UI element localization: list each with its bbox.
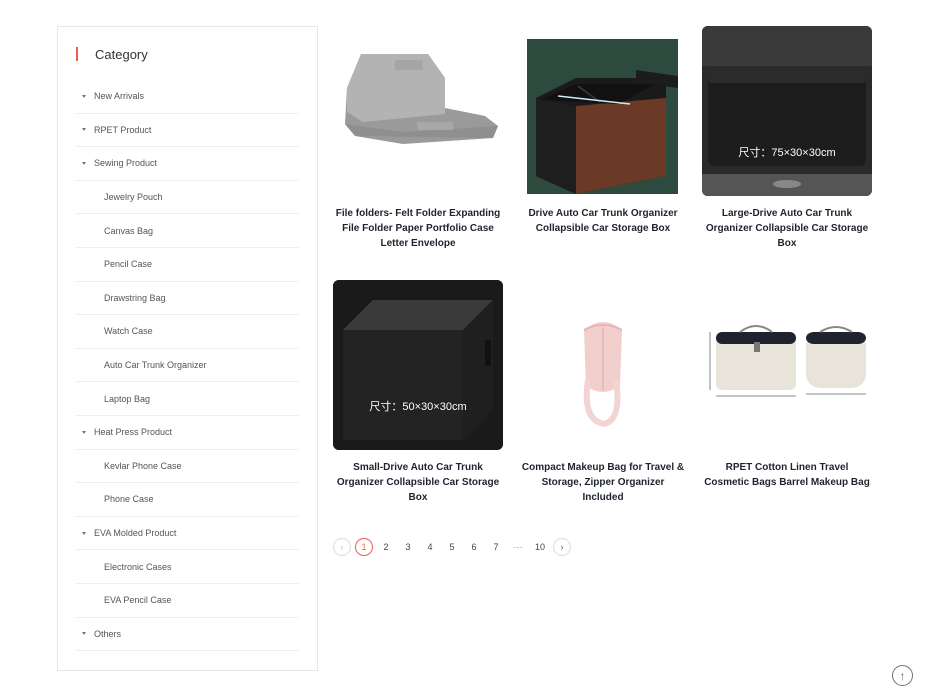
product-caption: 尺寸：50×30×30cm (369, 401, 467, 413)
category-list: New Arrivals RPET Product Sewing Product Je… (76, 80, 299, 652)
sidebar-item-label: Heat Press Product (94, 427, 173, 438)
sidebar-item[interactable]: Kevlar Phone Case (76, 450, 299, 484)
sidebar-item-label: Others (94, 628, 122, 639)
sidebar-item-label: EVA Molded Product (94, 528, 177, 539)
next-page-button[interactable]: › (553, 538, 571, 556)
product-image[interactable]: 尺寸：50×30×30cm (333, 280, 503, 450)
sidebar-item[interactable]: Sewing Product (76, 147, 299, 181)
page-number[interactable]: 5 (443, 538, 461, 556)
caret-down-icon[interactable] (82, 94, 86, 98)
category-header: Category (76, 45, 148, 63)
sidebar-item[interactable]: New Arrivals (76, 80, 299, 114)
product-card[interactable]: Drive Auto Car Trunk Organizer Collapsib… (518, 26, 688, 236)
sidebar-item[interactable]: RPET Product (76, 114, 299, 148)
sidebar-item[interactable]: Electronic Cases (76, 550, 299, 584)
product-image[interactable] (333, 26, 503, 196)
product-image[interactable] (702, 280, 872, 450)
product-card[interactable]: Compact Makeup Bag for Travel & Storage,… (518, 280, 688, 505)
prev-page-button[interactable]: ‹ (333, 538, 351, 556)
product-name[interactable]: RPET Cotton Linen Travel Cosmetic Bags B… (702, 460, 872, 490)
product-name[interactable]: Compact Makeup Bag for Travel & Storage,… (518, 460, 688, 505)
page-number[interactable]: 4 (421, 538, 439, 556)
sidebar-item[interactable]: Phone Case (76, 483, 299, 517)
page-number[interactable]: 2 (377, 538, 395, 556)
product-card[interactable]: RPET Cotton Linen Travel Cosmetic Bags B… (702, 280, 872, 490)
page-number[interactable]: 7 (487, 538, 505, 556)
sidebar-item-label: Drawstring Bag (104, 292, 166, 303)
sidebar-item[interactable]: Laptop Bag (76, 382, 299, 416)
sidebar-item-label: Pencil Case (104, 259, 153, 270)
sidebar-item[interactable]: Pencil Case (76, 248, 299, 282)
sidebar-item-label: Laptop Bag (104, 393, 151, 404)
sidebar-item-label: Sewing Product (94, 158, 158, 169)
product-image[interactable] (518, 26, 688, 196)
sidebar-item[interactable]: Jewelry Pouch (76, 181, 299, 215)
sidebar-item-label: RPET Product (94, 124, 152, 135)
product-name[interactable]: Large-Drive Auto Car Trunk Organizer Col… (702, 206, 872, 251)
page-number[interactable]: 6 (465, 538, 483, 556)
product-name[interactable]: Small-Drive Auto Car Trunk Organizer Col… (333, 460, 503, 505)
sidebar-item[interactable]: Heat Press Product (76, 416, 299, 450)
sidebar-item[interactable]: Auto Car Trunk Organizer (76, 349, 299, 383)
sidebar-item[interactable]: EVA Molded Product (76, 517, 299, 551)
pagination-ellipsis: ··· (513, 542, 523, 552)
caret-down-icon[interactable] (82, 632, 86, 636)
back-to-top-button[interactable]: ↑ (892, 665, 913, 686)
product-card[interactable]: 尺寸：50×30×30cm Small-Drive Auto Car Trunk… (333, 280, 503, 505)
product-name[interactable]: Drive Auto Car Trunk Organizer Collapsib… (518, 206, 688, 236)
page-number[interactable]: 3 (399, 538, 417, 556)
product-image[interactable] (518, 280, 688, 450)
product-card[interactable]: 尺寸：75×30×30cm Large-Drive Auto Car Trunk… (702, 26, 872, 251)
product-caption: 尺寸：75×30×30cm (738, 147, 836, 159)
arrow-up-icon: ↑ (899, 668, 906, 683)
sidebar-item-label: EVA Pencil Case (104, 595, 172, 606)
sidebar-item-label: Phone Case (104, 494, 154, 505)
category-title: Category (95, 46, 148, 62)
sidebar-item-label: Watch Case (104, 326, 153, 337)
sidebar-item-label: Auto Car Trunk Organizer (104, 360, 207, 371)
pagination: ‹ 1 2 3 4 5 6 7 ··· 10 › (333, 538, 575, 556)
sidebar-item-label: Kevlar Phone Case (104, 460, 182, 471)
product-card[interactable]: File folders- Felt Folder Expanding File… (333, 26, 503, 251)
sidebar-item-label: Jewelry Pouch (104, 192, 163, 203)
page-number[interactable]: 1 (355, 538, 373, 556)
sidebar-item[interactable]: Drawstring Bag (76, 282, 299, 316)
sidebar-item-label: Electronic Cases (104, 561, 172, 572)
sidebar-item[interactable]: EVA Pencil Case (76, 584, 299, 618)
accent-bar (76, 47, 78, 61)
product-name[interactable]: File folders- Felt Folder Expanding File… (333, 206, 503, 251)
product-image[interactable]: 尺寸：75×30×30cm (702, 26, 872, 196)
category-sidebar: Category New Arrivals RPET Product Sewing … (57, 26, 318, 671)
sidebar-item[interactable]: Others (76, 618, 299, 652)
caret-down-icon[interactable] (82, 430, 86, 434)
caret-down-icon[interactable] (82, 128, 86, 132)
sidebar-item-label: New Arrivals (94, 91, 145, 102)
caret-down-icon[interactable] (82, 531, 86, 535)
sidebar-item[interactable]: Watch Case (76, 315, 299, 349)
sidebar-item-label: Canvas Bag (104, 225, 154, 236)
page-number[interactable]: 10 (531, 538, 549, 556)
sidebar-item[interactable]: Canvas Bag (76, 214, 299, 248)
caret-down-icon[interactable] (82, 161, 86, 165)
